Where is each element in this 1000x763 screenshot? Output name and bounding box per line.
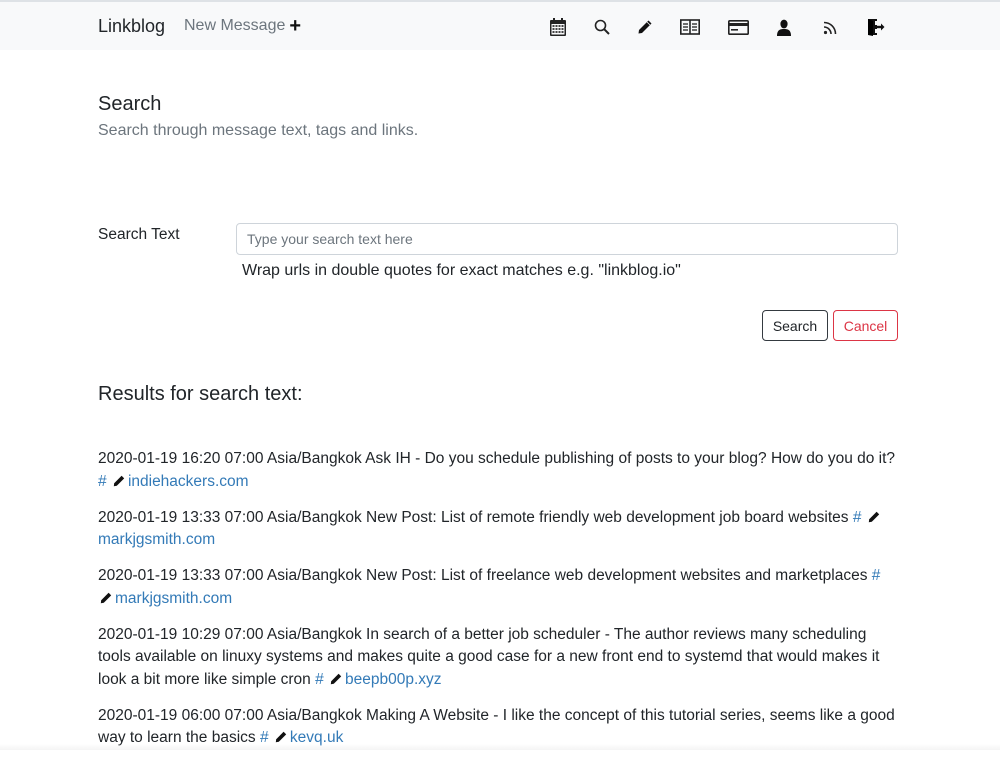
edit-pencil-icon[interactable]: [868, 511, 880, 523]
credit-card-icon[interactable]: [727, 16, 749, 38]
page-subtitle: Search through message text, tags and li…: [98, 122, 419, 139]
book-icon[interactable]: [680, 16, 700, 38]
logout-icon[interactable]: [866, 16, 886, 38]
user-icon[interactable]: [774, 16, 794, 38]
plus-icon: +: [289, 15, 302, 37]
search-text-label: Search Text: [98, 226, 180, 243]
result-timestamp: 2020-01-19 13:33 07:00 Asia/Bangkok: [98, 567, 362, 584]
new-message-label: New Message: [184, 17, 286, 34]
cancel-button[interactable]: Cancel: [833, 310, 898, 341]
results-list: 2020-01-19 16:20 07:00 Asia/Bangkok Ask …: [98, 448, 900, 763]
result-domain-link[interactable]: markjgsmith.com: [115, 590, 232, 607]
search-help-text: Wrap urls in double quotes for exact mat…: [242, 262, 681, 279]
result-timestamp: 2020-01-19 10:29 07:00 Asia/Bangkok: [98, 625, 362, 643]
result-domain-link[interactable]: markjgsmith.com: [98, 531, 215, 548]
edit-pencil-icon[interactable]: [100, 592, 112, 604]
result-item: 2020-01-19 06:00 07:00 Asia/Bangkok Maki…: [98, 705, 900, 750]
search-button[interactable]: Search: [762, 310, 828, 341]
result-timestamp: 2020-01-19 06:00 07:00 Asia/Bangkok: [98, 706, 362, 724]
result-item: 2020-01-19 10:29 07:00 Asia/Bangkok In s…: [98, 624, 900, 692]
result-item: 2020-01-19 13:33 07:00 Asia/Bangkok New …: [98, 507, 900, 552]
calendar-icon[interactable]: [548, 16, 568, 38]
result-domain-link[interactable]: indiehackers.com: [128, 473, 249, 490]
edit-pencil-icon[interactable]: [113, 475, 125, 487]
result-timestamp: 2020-01-19 16:20 07:00 Asia/Bangkok: [98, 450, 362, 467]
permalink-hash-link[interactable]: #: [315, 671, 324, 688]
pencil-icon[interactable]: [635, 16, 655, 38]
result-item: 2020-01-19 16:20 07:00 Asia/Bangkok Ask …: [98, 448, 900, 493]
results-title: Results for search text:: [98, 383, 303, 405]
result-item: 2020-01-19 13:33 07:00 Asia/Bangkok New …: [98, 565, 900, 610]
bottom-fade: [0, 744, 1000, 750]
permalink-hash-link[interactable]: #: [98, 473, 107, 490]
brand-link[interactable]: Linkblog: [98, 16, 165, 37]
permalink-hash-link[interactable]: #: [872, 567, 881, 584]
result-text: Ask IH - Do you schedule publishing of p…: [365, 450, 896, 467]
new-message-link[interactable]: New Message +: [184, 15, 302, 37]
permalink-hash-link[interactable]: #: [853, 509, 862, 526]
edit-pencil-icon[interactable]: [330, 673, 342, 685]
page-title: Search: [98, 93, 162, 115]
search-icon[interactable]: [592, 16, 612, 38]
result-text: New Post: List of remote friendly web de…: [366, 508, 849, 526]
rss-icon[interactable]: [820, 16, 840, 38]
search-input[interactable]: [236, 223, 898, 255]
result-domain-link[interactable]: beepb00p.xyz: [345, 671, 442, 688]
navbar: Linkblog New Message +: [0, 2, 1000, 50]
edit-pencil-icon[interactable]: [275, 731, 287, 743]
result-timestamp: 2020-01-19 13:33 07:00 Asia/Bangkok: [98, 508, 362, 526]
result-text: New Post: List of freelance web developm…: [366, 567, 868, 584]
